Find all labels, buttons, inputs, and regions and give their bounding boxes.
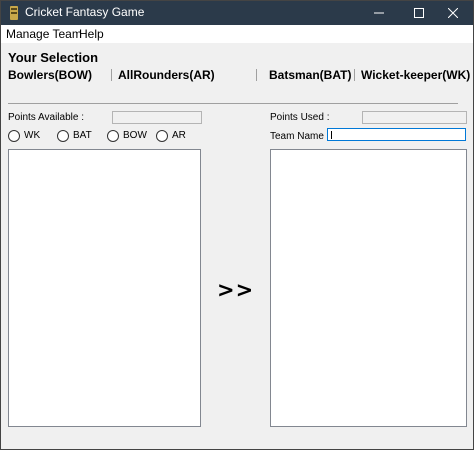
radio-ar-label: AR [172, 130, 186, 141]
role-separator [354, 69, 355, 81]
radio-bat-label: BAT [73, 130, 92, 141]
window-title: Cricket Fantasy Game [25, 5, 145, 19]
role-separator [111, 69, 112, 81]
points-used-field [362, 111, 467, 124]
radio-circle-icon [57, 130, 69, 142]
maximize-icon [414, 8, 424, 18]
team-name-label: Team Name : [270, 131, 330, 142]
allrounders-heading: AllRounders(AR) [118, 68, 215, 82]
menu-help[interactable]: Help [79, 27, 104, 41]
team-name-input[interactable] [327, 128, 466, 141]
bowlers-heading: Bowlers(BOW) [8, 68, 92, 82]
wicketkeeper-heading: Wicket-keeper(WK) [361, 68, 471, 82]
close-button[interactable] [433, 1, 473, 25]
menu-manage-team[interactable]: Manage Team [6, 27, 82, 41]
points-used-label: Points Used : [270, 112, 330, 123]
radio-circle-icon [156, 130, 168, 142]
role-separator [256, 69, 257, 81]
close-icon [448, 8, 458, 18]
menu-bar: Manage Team Help [1, 25, 473, 43]
selected-team-list[interactable] [270, 149, 467, 427]
selection-title: Your Selection [8, 50, 99, 65]
batsman-heading: Batsman(BAT) [269, 68, 352, 82]
radio-wk-label: WK [24, 130, 41, 141]
title-bar[interactable]: Cricket Fantasy Game [1, 1, 473, 25]
minimize-button[interactable] [359, 1, 399, 25]
points-available-field [112, 111, 202, 124]
radio-circle-icon [8, 130, 20, 142]
minimize-icon [374, 12, 384, 14]
available-players-list[interactable] [8, 149, 201, 427]
radio-bow-label: BOW [123, 130, 147, 141]
transfer-button[interactable]: >> [217, 278, 254, 302]
app-window: Cricket Fantasy Game Manage Team Help Yo… [0, 0, 474, 450]
section-divider [8, 103, 458, 104]
radio-circle-icon [107, 130, 119, 142]
points-available-label: Points Available : [8, 112, 84, 123]
cricket-app-icon [10, 6, 18, 20]
text-caret [331, 131, 332, 139]
